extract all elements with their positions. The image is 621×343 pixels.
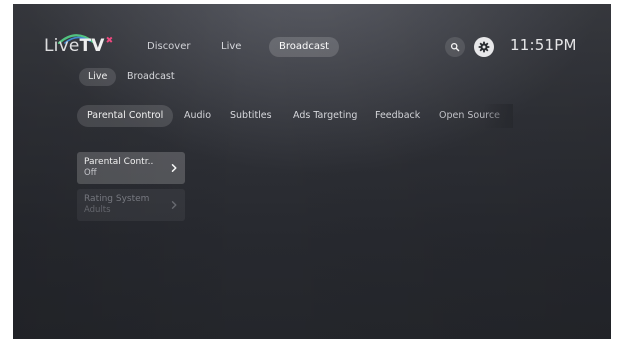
- logo-text-live: Live: [44, 36, 80, 56]
- logo-text-tv: TV: [79, 36, 105, 56]
- app-logo[interactable]: Live TV ✖: [44, 36, 114, 56]
- setting-parental-control[interactable]: Parental Contr.. Off: [77, 152, 185, 184]
- setting-rating-system: Rating System Adults: [77, 189, 185, 221]
- subtab-broadcast[interactable]: Broadcast: [118, 68, 184, 86]
- nav-broadcast[interactable]: Broadcast: [269, 37, 340, 57]
- search-button[interactable]: [445, 37, 465, 57]
- chevron-right-icon: [171, 164, 177, 172]
- setting-title: Parental Contr..: [84, 157, 154, 167]
- tab-overflow-fade: [483, 104, 513, 128]
- tab-ads-targeting[interactable]: Ads Targeting: [283, 105, 367, 127]
- clock-time: 11:51PM: [510, 36, 577, 54]
- tab-feedback[interactable]: Feedback: [365, 105, 430, 127]
- logo-mark-icon: ✖: [105, 36, 114, 46]
- chevron-right-icon: [171, 201, 177, 209]
- nav-discover[interactable]: Discover: [137, 37, 201, 57]
- setting-title: Rating System: [84, 194, 150, 204]
- tab-audio[interactable]: Audio: [174, 105, 221, 127]
- tab-subtitles[interactable]: Subtitles: [220, 105, 282, 127]
- tv-screen: Live TV ✖ Discover Live Broadcast 11:51P…: [13, 4, 611, 339]
- tab-parental-control[interactable]: Parental Control: [77, 105, 174, 127]
- search-icon: [450, 42, 460, 52]
- setting-value: Off: [84, 168, 97, 178]
- gear-icon: [478, 41, 490, 53]
- settings-button[interactable]: [474, 37, 494, 57]
- setting-value: Adults: [84, 205, 111, 215]
- subtab-live[interactable]: Live: [79, 68, 117, 86]
- nav-live[interactable]: Live: [211, 37, 251, 57]
